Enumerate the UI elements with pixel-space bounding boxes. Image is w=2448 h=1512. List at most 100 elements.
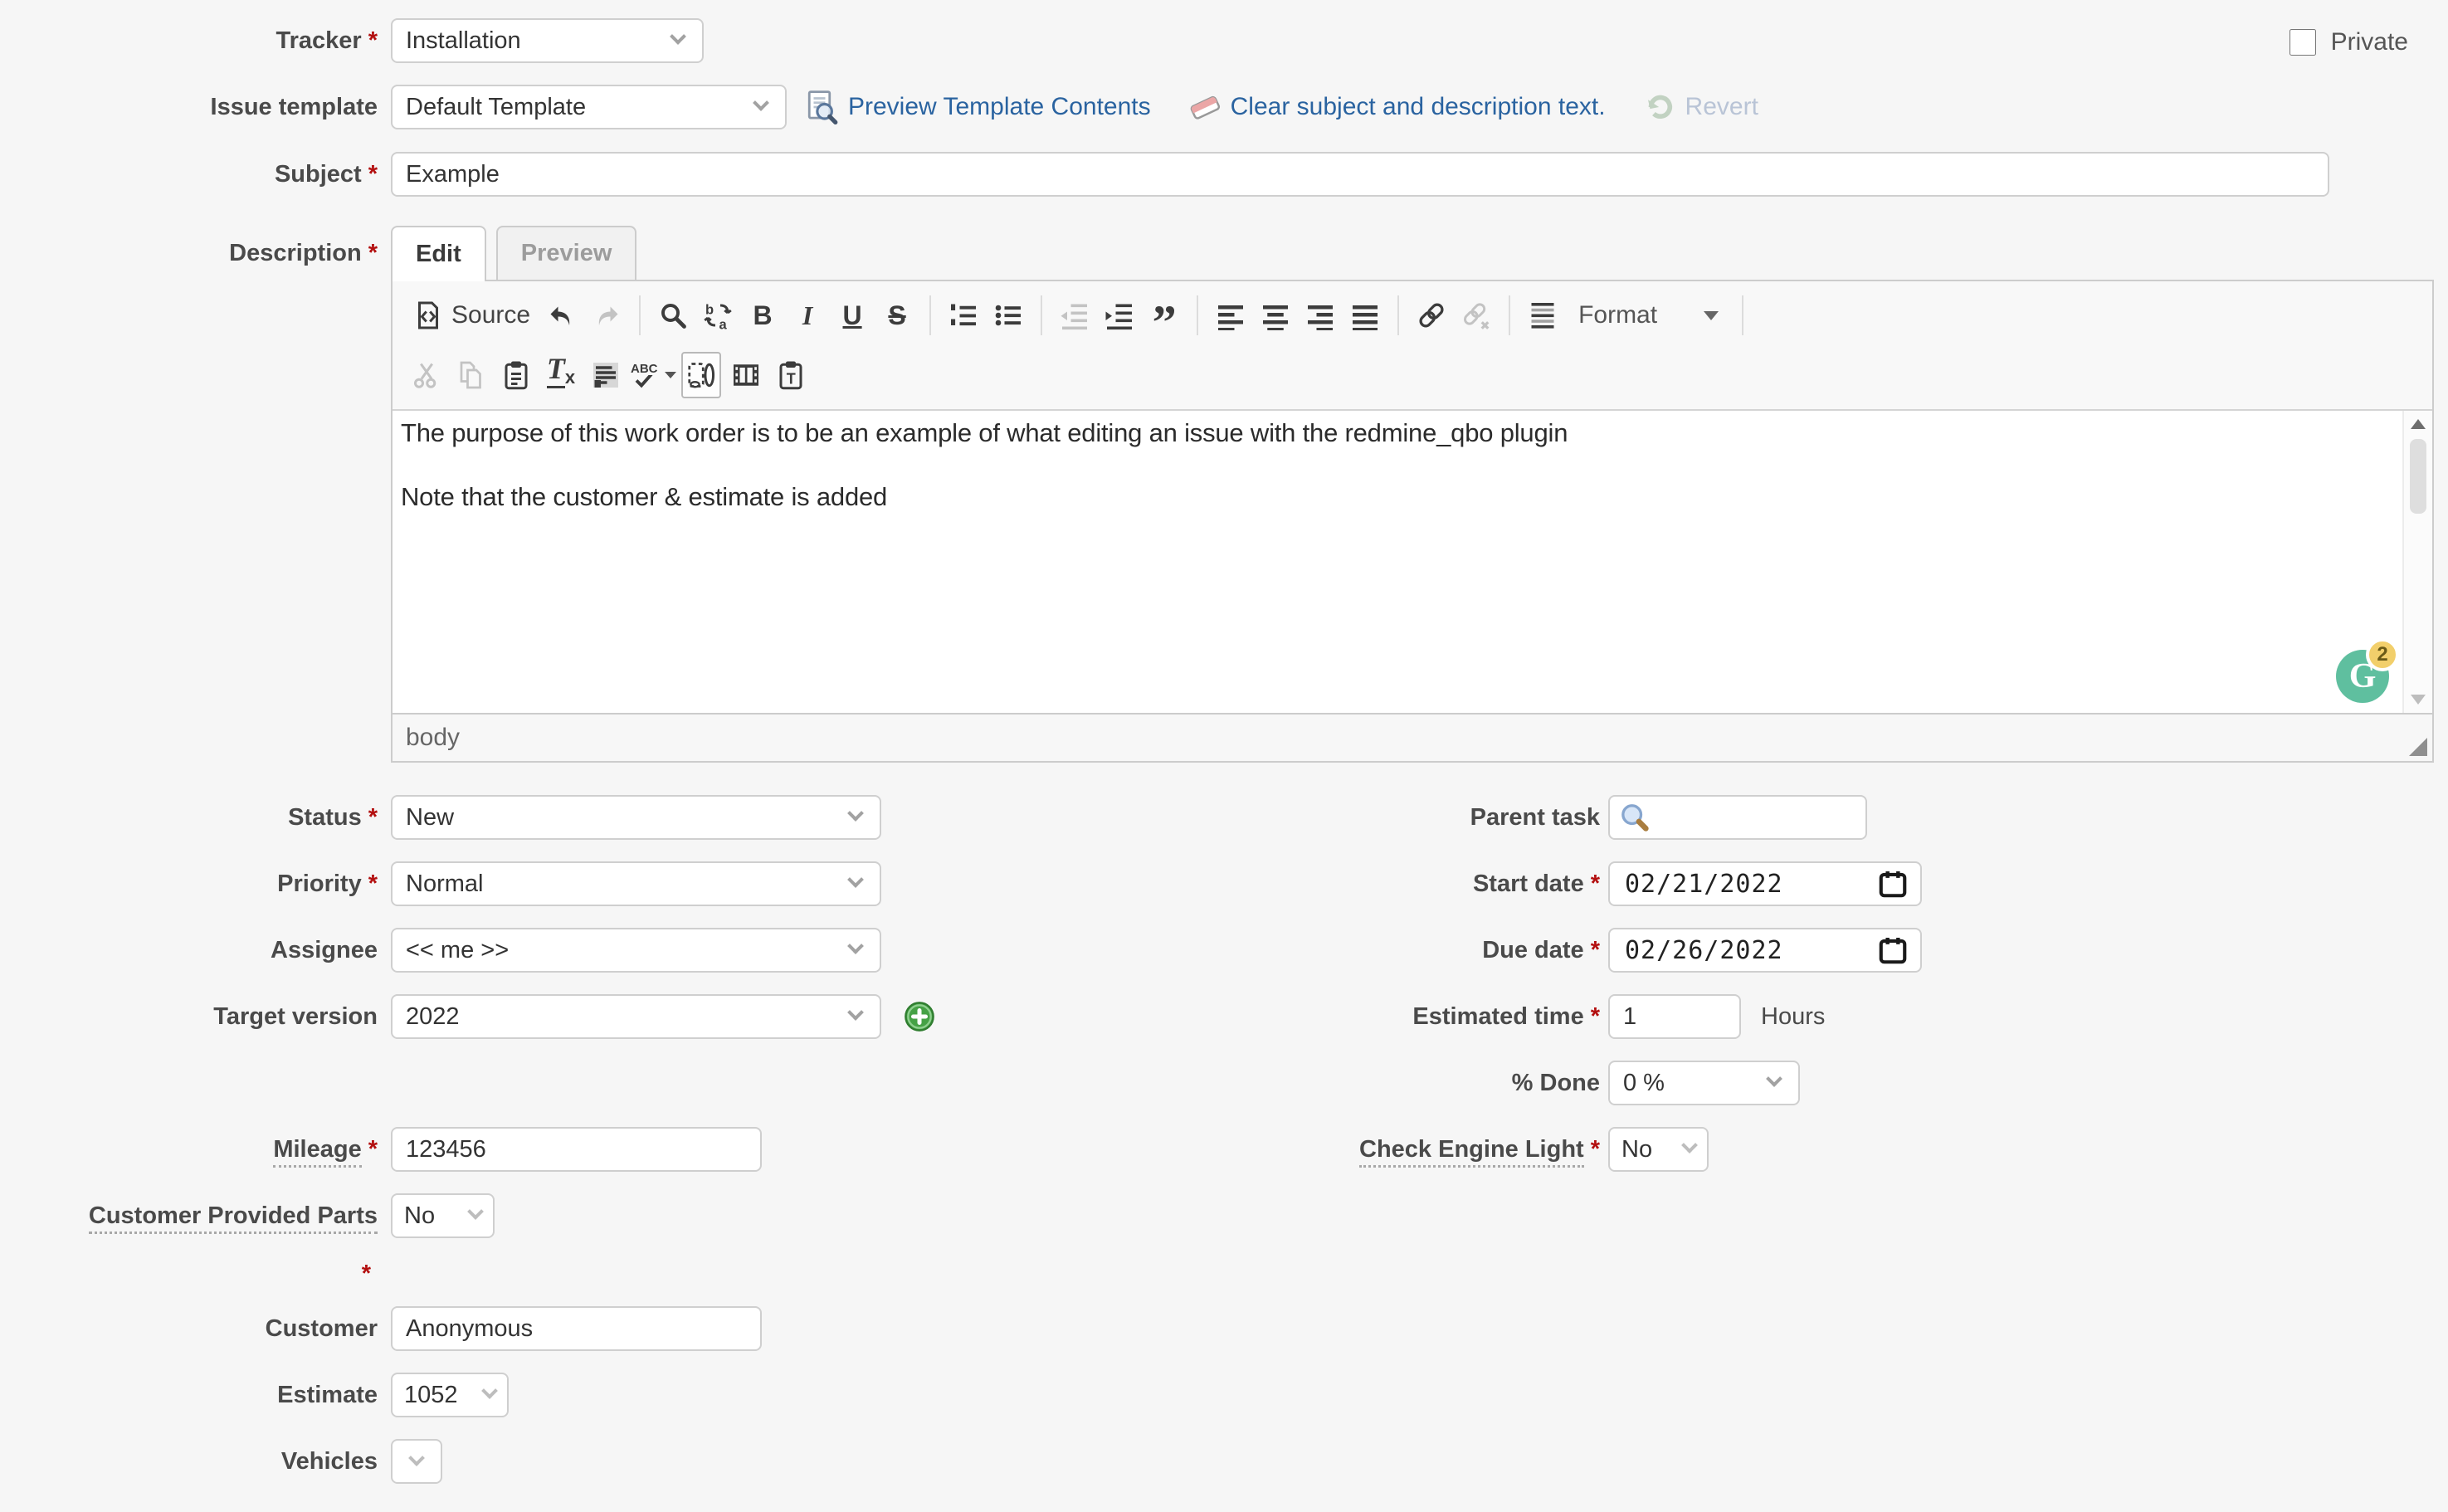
vehicles-select[interactable] <box>391 1439 442 1484</box>
toolbar-separator <box>1509 295 1510 335</box>
estimated-time-input[interactable] <box>1608 994 1741 1039</box>
justify-button[interactable] <box>1345 292 1385 339</box>
due-date-input[interactable]: 02/26/2022 <box>1608 928 1922 973</box>
required-marker: * <box>368 804 378 831</box>
outdent-button[interactable] <box>1055 292 1095 339</box>
revert-icon <box>1642 90 1677 124</box>
select-all-button[interactable] <box>586 352 626 398</box>
description-content[interactable]: The purpose of this work order is to be … <box>393 411 2432 713</box>
start-date-input[interactable]: 02/21/2022 <box>1608 861 1922 906</box>
replace-button[interactable]: ba <box>698 292 738 339</box>
required-marker: * <box>1591 1003 1600 1030</box>
mileage-row: Mileage* Check Engine Light* No <box>0 1127 2448 1172</box>
customer-provided-parts-select[interactable]: No <box>391 1193 495 1238</box>
tracker-row: Tracker* Installation <box>0 18 2448 63</box>
private-label: Private <box>2331 28 2408 56</box>
paste-text-button[interactable]: T <box>771 352 811 398</box>
assignee-select[interactable]: << me >> <box>391 928 881 973</box>
private-checkbox[interactable] <box>2290 29 2316 56</box>
start-date-label: Start date* <box>1231 871 1600 898</box>
customer-input[interactable] <box>391 1306 762 1351</box>
estimate-row: Estimate 1052 <box>0 1373 2448 1417</box>
preview-template-link[interactable]: Preview Template Contents <box>805 90 1151 124</box>
resize-handle-icon[interactable] <box>2409 738 2427 756</box>
element-path[interactable]: body <box>406 724 460 752</box>
select-all-icon <box>591 360 621 390</box>
source-button[interactable]: Source <box>407 292 537 339</box>
toolbar-separator <box>1197 295 1198 335</box>
percent-done-select[interactable]: 0 % <box>1608 1061 1800 1105</box>
link-button[interactable] <box>1412 292 1451 339</box>
priority-row: Priority* Normal Start date* 02/21/2022 <box>0 861 2448 906</box>
line-spacing-button[interactable] <box>1523 292 1563 339</box>
issue-edit-form: Tracker* Installation Private Issue temp… <box>0 0 2448 1512</box>
scroll-down-icon[interactable] <box>2411 695 2426 705</box>
tab-preview[interactable]: Preview <box>496 226 637 280</box>
underline-button[interactable]: U <box>832 292 872 339</box>
placeholder-toggle-button[interactable] <box>681 352 721 398</box>
issue-template-select[interactable]: Default Template <box>391 85 787 129</box>
paste-button[interactable] <box>496 352 536 398</box>
percent-done-label: % Done <box>1231 1070 1600 1097</box>
outdent-icon <box>1060 300 1090 330</box>
tracker-select[interactable]: Installation <box>391 18 704 63</box>
align-right-button[interactable] <box>1300 292 1340 339</box>
copy-button[interactable] <box>451 352 491 398</box>
indent-icon <box>1105 300 1134 330</box>
redo-button[interactable] <box>587 292 627 339</box>
preview-document-icon <box>805 90 840 124</box>
tab-edit[interactable]: Edit <box>391 226 486 281</box>
description-editor: Edit Preview Source ba B <box>391 226 2434 763</box>
bulleted-list-button[interactable] <box>988 292 1028 339</box>
calendar-icon[interactable] <box>1877 934 1909 966</box>
bold-button[interactable]: B <box>743 292 783 339</box>
target-version-select[interactable]: 2022 <box>391 994 881 1039</box>
indent-button[interactable] <box>1100 292 1139 339</box>
align-center-icon <box>1261 300 1290 330</box>
grammarly-icon[interactable]: G 2 <box>2336 650 2389 703</box>
spellcheck-button[interactable]: ABC <box>631 352 676 398</box>
check-engine-light-select[interactable]: No <box>1608 1127 1709 1172</box>
subject-input[interactable] <box>391 152 2329 197</box>
chevron-down-icon <box>408 1450 425 1466</box>
undo-button[interactable] <box>542 292 582 339</box>
paste-text-icon: T <box>776 360 806 390</box>
clear-subject-description-link[interactable]: Clear subject and description text. <box>1187 90 1606 124</box>
priority-select[interactable]: Normal <box>391 861 881 906</box>
chevron-down-icon <box>481 1383 498 1399</box>
calendar-icon[interactable] <box>1877 868 1909 900</box>
status-select[interactable]: New <box>391 795 881 840</box>
parent-task-input[interactable] <box>1651 803 1857 832</box>
link-icon <box>1417 300 1446 330</box>
blockquote-button[interactable]: ” <box>1144 292 1184 339</box>
media-button[interactable] <box>726 352 766 398</box>
add-version-button[interactable] <box>903 1000 936 1033</box>
unlink-button[interactable] <box>1456 292 1496 339</box>
spellcheck-icon: ABC <box>631 363 658 388</box>
line-spacing-icon <box>1528 300 1558 330</box>
scroll-up-icon[interactable] <box>2411 419 2426 429</box>
underline-icon: U <box>843 300 862 331</box>
customer-provided-parts-row: Customer Provided Parts No <box>0 1193 2448 1238</box>
scrollbar-thumb[interactable] <box>2410 439 2426 514</box>
status-row: Status* New Parent task <box>0 795 2448 840</box>
replace-icon: ba <box>703 300 733 330</box>
cut-button[interactable] <box>407 352 446 398</box>
align-left-button[interactable] <box>1211 292 1251 339</box>
numbered-list-button[interactable] <box>944 292 983 339</box>
strikethrough-button[interactable]: S <box>877 292 917 339</box>
numbered-list-icon <box>948 300 978 330</box>
tracker-value: Installation <box>406 27 521 55</box>
remove-format-button[interactable]: Tx <box>541 352 581 398</box>
revert-link[interactable]: Revert <box>1642 90 1758 124</box>
mileage-input[interactable] <box>391 1127 762 1172</box>
format-select[interactable]: Format <box>1578 301 1719 329</box>
assignee-row: Assignee << me >> Due date* 02/26/2022 <box>0 928 2448 973</box>
subject-label: Subject* <box>0 160 378 188</box>
find-button[interactable] <box>653 292 693 339</box>
align-center-button[interactable] <box>1256 292 1295 339</box>
estimate-select[interactable]: 1052 <box>391 1373 509 1417</box>
editor-scrollbar[interactable] <box>2402 411 2432 713</box>
italic-button[interactable]: I <box>788 292 827 339</box>
media-icon <box>731 360 761 390</box>
